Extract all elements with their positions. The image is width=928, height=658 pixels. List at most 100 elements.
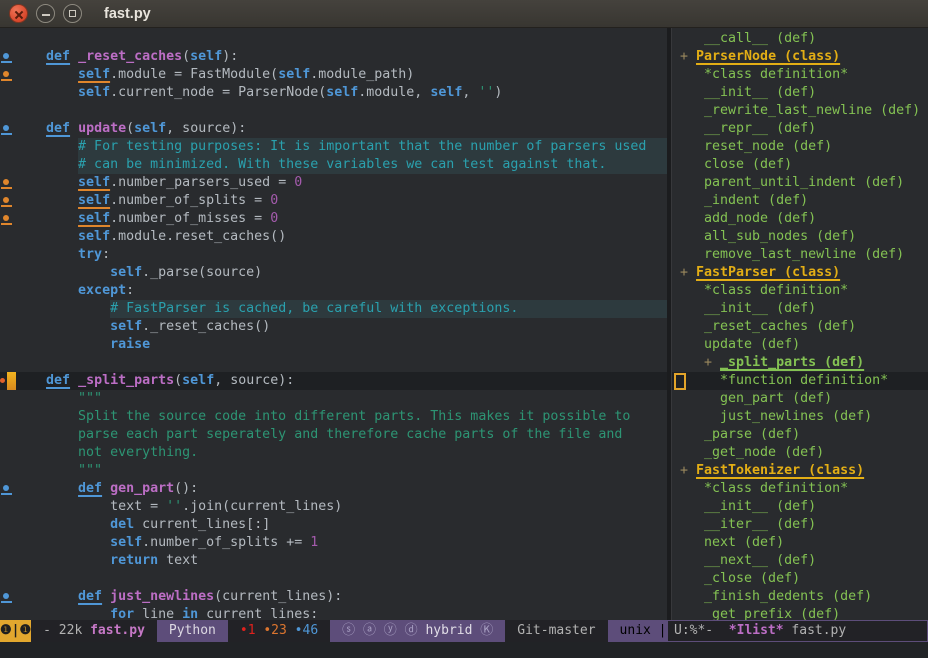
outline-item[interactable]: _rewrite_last_newline (def) — [672, 102, 928, 120]
code-line[interactable]: for line in current_lines: — [0, 606, 667, 620]
imenu-outline-sidebar[interactable]: __call__ (def)+ ParserNode (class) *clas… — [672, 28, 928, 620]
code-line[interactable]: """ — [0, 390, 667, 408]
code-line[interactable]: raise — [0, 336, 667, 354]
token-p: ) — [494, 84, 502, 102]
token-p: ._parse(source) — [142, 264, 262, 282]
token-ku: def — [78, 480, 102, 498]
code-buffer[interactable]: def _reset_caches(self): self.module = F… — [0, 28, 667, 620]
outline-item[interactable]: reset_node (def) — [672, 138, 928, 156]
code-line[interactable]: def update(self, source): — [0, 120, 667, 138]
outline-item[interactable]: update (def) — [672, 336, 928, 354]
outline-item[interactable]: __repr__ (def) — [672, 120, 928, 138]
token-p: .module.reset_caches() — [110, 228, 286, 246]
minibuffer[interactable] — [0, 642, 928, 658]
outline-item[interactable]: *class definition* — [672, 282, 928, 300]
outline-item[interactable]: gen_part (def) — [672, 390, 928, 408]
outline-item[interactable]: _parse (def) — [672, 426, 928, 444]
outline-item[interactable]: parent_until_indent (def) — [672, 174, 928, 192]
buffer-info-segment[interactable]: - 22k fast.py — [31, 620, 157, 642]
outline-item[interactable]: _get_prefix (def) — [672, 606, 928, 620]
flycheck-warnings[interactable]: •23 — [263, 623, 286, 638]
outline-item[interactable]: next (def) — [672, 534, 928, 552]
token-ku: def — [78, 588, 102, 606]
code-line[interactable]: self._reset_caches() — [0, 318, 667, 336]
flycheck-errors[interactable]: •1 — [240, 623, 256, 638]
code-line[interactable]: self.number_of_splits = 0 — [0, 192, 667, 210]
token-d: parse each part seperately and therefore… — [78, 426, 622, 444]
code-line[interactable]: try: — [0, 246, 667, 264]
token-p — [70, 120, 78, 138]
token-p: : — [126, 282, 134, 300]
code-line[interactable]: return text — [0, 552, 667, 570]
code-line[interactable]: Split the source code into different par… — [0, 408, 667, 426]
outline-item[interactable]: _get_node (def) — [672, 444, 928, 462]
code-line[interactable]: parse each part seperately and therefore… — [0, 426, 667, 444]
code-line[interactable]: not everything. — [0, 444, 667, 462]
outline-item[interactable]: remove_last_newline (def) — [672, 246, 928, 264]
minor-modes-segment[interactable]: ⓢ ⓐ ⓨ ⓓ hybrid Ⓚ — [330, 620, 505, 642]
outline-item[interactable]: __next__ (def) — [672, 552, 928, 570]
outline-item[interactable]: __init__ (def) — [672, 498, 928, 516]
flycheck-infos[interactable]: •46 — [295, 623, 318, 638]
outline-item[interactable]: __call__ (def) — [672, 30, 928, 48]
encoding-segment: unix | 2 — [608, 620, 667, 642]
code-line[interactable]: self.number_of_misses = 0 — [0, 210, 667, 228]
outline-item[interactable]: add_node (def) — [672, 210, 928, 228]
code-line[interactable]: self.number_parsers_used = 0 — [0, 174, 667, 192]
code-line[interactable]: self.module = FastModule(self.module_pat… — [0, 66, 667, 84]
outline-item[interactable]: all_sub_nodes (def) — [672, 228, 928, 246]
close-button[interactable] — [9, 4, 28, 23]
code-line[interactable]: def _reset_caches(self): — [0, 48, 667, 66]
code-line[interactable]: self._parse(source) — [0, 264, 667, 282]
token-p — [14, 192, 78, 210]
code-line[interactable] — [0, 102, 667, 120]
code-line[interactable]: self.number_of_splits += 1 — [0, 534, 667, 552]
code-line[interactable] — [0, 354, 667, 372]
outline-item[interactable]: __iter__ (def) — [672, 516, 928, 534]
code-line[interactable]: """ — [0, 462, 667, 480]
outline-item[interactable]: _finish_dedents (def) — [672, 588, 928, 606]
code-line[interactable]: except: — [0, 282, 667, 300]
outline-item[interactable]: __init__ (def) — [672, 84, 928, 102]
outline-item[interactable]: __init__ (def) — [672, 300, 928, 318]
code-line[interactable]: # can be minimized. With these variables… — [0, 156, 667, 174]
outline-item[interactable]: + FastParser (class) — [672, 264, 928, 282]
window-titlebar[interactable]: fast.py — [0, 0, 928, 28]
token-p — [14, 120, 46, 138]
token-c: # For testing purposes: It is important … — [78, 138, 646, 156]
maximize-button[interactable] — [63, 4, 82, 23]
outline-item[interactable]: *function definition* — [672, 372, 928, 390]
code-line[interactable]: del current_lines[:] — [0, 516, 667, 534]
minimize-button[interactable] — [36, 4, 55, 23]
token-g: _rewrite_last_newline (def) — [680, 102, 920, 120]
outline-item[interactable]: *class definition* — [672, 480, 928, 498]
code-line[interactable]: def just_newlines(current_lines): — [0, 588, 667, 606]
token-plus: + — [680, 48, 696, 66]
code-line[interactable]: # FastParser is cached, be careful with … — [0, 300, 667, 318]
flycheck-segment[interactable]: •1 •23 •46 — [228, 620, 330, 642]
token-p — [14, 264, 110, 282]
token-p — [14, 318, 110, 336]
code-line[interactable]: self.current_node = ParserNode(self.modu… — [0, 84, 667, 102]
outline-item[interactable]: just_newlines (def) — [672, 408, 928, 426]
token-p: (current_lines): — [214, 588, 342, 606]
code-line[interactable]: def _split_parts(self, source): — [0, 372, 667, 390]
outline-item[interactable]: + FastTokenizer (class) — [672, 462, 928, 480]
outline-item[interactable]: + ParserNode (class) — [672, 48, 928, 66]
outline-item[interactable]: *class definition* — [672, 66, 928, 84]
major-mode-segment[interactable]: Python — [157, 620, 228, 642]
outline-item[interactable]: + _split_parts (def) — [672, 354, 928, 372]
code-line[interactable]: self.module.reset_caches() — [0, 228, 667, 246]
code-line[interactable] — [0, 30, 667, 48]
code-line[interactable]: text = ''.join(current_lines) — [0, 498, 667, 516]
code-line[interactable] — [0, 570, 667, 588]
token-p: .number_parsers_used = — [110, 174, 294, 192]
outline-item[interactable]: _reset_caches (def) — [672, 318, 928, 336]
outline-item[interactable]: _indent (def) — [672, 192, 928, 210]
outline-item[interactable]: close (def) — [672, 156, 928, 174]
token-p: , source): — [214, 372, 294, 390]
git-branch-segment[interactable]: Git-master — [505, 620, 607, 642]
outline-item[interactable]: _close (def) — [672, 570, 928, 588]
code-line[interactable]: def gen_part(): — [0, 480, 667, 498]
code-line[interactable]: # For testing purposes: It is important … — [0, 138, 667, 156]
